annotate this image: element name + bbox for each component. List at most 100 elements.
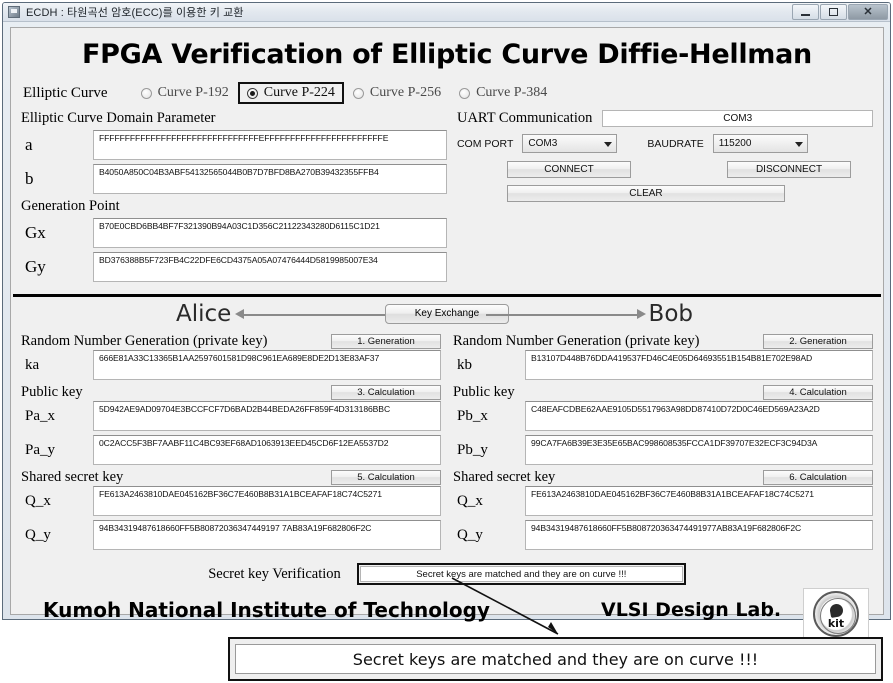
- field-alice-qx-input[interactable]: FE613A2463810DAE045162BF36C7E460B8B31A1B…: [93, 486, 441, 516]
- radio-icon: [352, 87, 364, 99]
- field-b: b B4050A850C04B3ABF54132565044B0B7D7BFD8…: [21, 164, 447, 194]
- kit-logo: kit: [803, 588, 869, 640]
- field-alice-qy-label: Q_y: [25, 526, 51, 543]
- radio-icon: [140, 87, 152, 99]
- close-button[interactable]: ✕: [848, 4, 888, 20]
- com-port-select[interactable]: COM3: [522, 134, 618, 153]
- university-name: Kumoh National Institute of Technology: [43, 598, 490, 622]
- verification-label: Secret key Verification: [208, 565, 341, 582]
- field-ka-input[interactable]: 666E81A33C13365B1AA2597601581D98C961EA68…: [93, 350, 441, 380]
- uart-title: UART Communication: [456, 110, 593, 126]
- client-area: FPGA Verification of Elliptic Curve Diff…: [10, 27, 884, 640]
- generation-point-title: Generation Point: [21, 198, 120, 214]
- chevron-down-icon: [794, 141, 803, 147]
- field-alice-qx: Q_x FE613A2463810DAE045162BF36C7E460B8B3…: [21, 486, 441, 516]
- field-gx-label: Gx: [25, 223, 46, 242]
- window-title: ECDH : 타원곡선 암호(ECC)를 이용한 키 교환: [26, 7, 244, 19]
- verification-highlight: Secret keys are matched and they are on …: [356, 563, 686, 585]
- field-alice-qy-input[interactable]: 94B34319487618660FF5B80872036347449197 7…: [93, 520, 441, 550]
- field-a-input[interactable]: FFFFFFFFFFFFFFFFFFFFFFFFFFFFFFFEFFFFFFFF…: [93, 130, 447, 160]
- bob-public-header: Public key 4. Calculation: [453, 384, 873, 401]
- alice-generation-button[interactable]: 1. Generation: [331, 334, 441, 349]
- bob-column: Random Number Generation (private key) 2…: [453, 330, 873, 554]
- maximize-button[interactable]: [820, 4, 847, 20]
- screenshot-root: ECDH : 타원곡선 암호(ECC)를 이용한 키 교환 ✕ FPGA Ver…: [0, 0, 893, 683]
- field-gy: Gy BD376388B5F723FB4C22DFE6CD4375A05A074…: [21, 252, 447, 282]
- domain-parameter-title: Elliptic Curve Domain Parameter: [21, 110, 216, 126]
- radio-curve-p256[interactable]: Curve P-256: [344, 82, 450, 104]
- field-alice-qy: Q_y 94B34319487618660FF5B808720363474491…: [21, 520, 441, 550]
- verification-row: Secret key Verification Secret keys are …: [11, 563, 883, 585]
- field-bob-qy-input[interactable]: 94B34319487618660FF5B808720363474491977A…: [525, 520, 873, 550]
- alice-shared-header: Shared secret key 5. Calculation: [21, 469, 441, 486]
- field-bob-qy-label: Q_y: [457, 526, 483, 543]
- baudrate-value: 115200: [718, 138, 752, 149]
- alice-private-header: Random Number Generation (private key) 1…: [21, 333, 441, 350]
- field-gx: Gx B70E0CBD6BB4BF7F321390B94A03C1D356C21…: [21, 218, 447, 248]
- alice-public-calculation-button[interactable]: 3. Calculation: [331, 385, 441, 400]
- field-gy-input[interactable]: BD376388B5F723FB4C22DFE6CD4375A05A074764…: [93, 252, 447, 282]
- uart-status-display: COM3: [602, 110, 873, 127]
- chevron-down-icon: [604, 141, 613, 147]
- field-kb-input[interactable]: B13107D448B76DDA419537FD46C4E05D64693551…: [525, 350, 873, 380]
- bob-generation-button[interactable]: 2. Generation: [763, 334, 873, 349]
- field-a-label: a: [25, 135, 33, 154]
- field-bob-qx: Q_x FE613A2463810DAE045162BF36C7E460B8B3…: [453, 486, 873, 516]
- bob-public-calculation-button[interactable]: 4. Calculation: [763, 385, 873, 400]
- verification-status: Secret keys are matched and they are on …: [359, 566, 683, 582]
- window-controls: ✕: [792, 4, 888, 20]
- alice-column: Random Number Generation (private key) 1…: [21, 330, 441, 554]
- title-bar: ECDH : 타원곡선 암호(ECC)를 이용한 키 교환 ✕: [3, 3, 890, 22]
- alice-label: Alice: [176, 300, 232, 327]
- radio-icon: [459, 87, 471, 99]
- radio-curve-p192[interactable]: Curve P-192: [132, 82, 238, 104]
- field-pa-y-input[interactable]: 0C2ACC5F3BF7AABF11C4BC93EF68AD1063913EED…: [93, 435, 441, 465]
- com-port-label: COM PORT: [456, 137, 514, 150]
- field-pa-y-label: Pa_y: [25, 441, 55, 458]
- field-pb-x-input[interactable]: C48EAFCDBE62AAE9105D5517963A98DD87410D72…: [525, 401, 873, 431]
- field-bob-qx-label: Q_x: [457, 492, 483, 509]
- clear-button[interactable]: CLEAR: [506, 185, 785, 202]
- connect-button[interactable]: CONNECT: [506, 161, 631, 178]
- field-gx-input[interactable]: B70E0CBD6BB4BF7F321390B94A03C1D356C21122…: [93, 218, 447, 248]
- field-pb-y-label: Pb_y: [457, 441, 488, 458]
- curve-selector-label: Elliptic Curve: [23, 84, 108, 101]
- field-ka: ka 666E81A33C13365B1AA2597601581D98C961E…: [21, 350, 441, 380]
- field-ka-label: ka: [25, 356, 40, 373]
- field-pb-x: Pb_x C48EAFCDBE62AAE9105D5517963A98DD874…: [453, 401, 873, 431]
- disconnect-button[interactable]: DISCONNECT: [727, 161, 851, 178]
- field-pa-x: Pa_x 5D942AE9AD09704E3BCCFCF7D6BAD2B44BE…: [21, 401, 441, 431]
- field-kb-label: kb: [457, 356, 472, 373]
- field-b-input[interactable]: B4050A850C04B3ABF54132565044B0B7D7BFD8BA…: [93, 164, 447, 194]
- radio-icon: [246, 87, 258, 99]
- bob-shared-calculation-button[interactable]: 6. Calculation: [763, 470, 873, 485]
- field-pb-y-input[interactable]: 99CA7FA6B39E3E35E65BAC998608535FCCA1DF39…: [525, 435, 873, 465]
- field-a: a FFFFFFFFFFFFFFFFFFFFFFFFFFFFFFFEFFFFFF…: [21, 130, 447, 160]
- radio-label: Curve P-256: [369, 85, 442, 100]
- lab-name: VLSI Design Lab.: [601, 599, 782, 621]
- domain-parameter-panel: Elliptic Curve Domain Parameter a FFFFFF…: [21, 110, 447, 286]
- field-bob-qx-input[interactable]: FE613A2463810DAE045162BF36C7E460B8B31A1B…: [525, 486, 873, 516]
- alice-shared-title: Shared secret key: [21, 469, 124, 485]
- radio-label: Curve P-384: [476, 85, 548, 100]
- baudrate-label: BAUDRATE: [647, 137, 704, 150]
- kit-seal-icon: kit: [813, 591, 859, 637]
- radio-curve-p224[interactable]: Curve P-224: [237, 82, 344, 104]
- kit-drop-icon: [828, 602, 844, 618]
- minimize-button[interactable]: [792, 4, 819, 20]
- footer: Kumoh National Institute of Technology V…: [11, 588, 883, 640]
- bob-shared-header: Shared secret key 6. Calculation: [453, 469, 873, 486]
- maximize-icon: [829, 8, 838, 16]
- radio-curve-p384[interactable]: Curve P-384: [450, 82, 556, 104]
- key-exchange-bar: Alice Key Exchange Bob: [11, 297, 883, 330]
- field-bob-qy: Q_y 94B34319487618660FF5B808720363474491…: [453, 520, 873, 550]
- radio-label: Curve P-224: [263, 85, 335, 100]
- field-pa-x-input[interactable]: 5D942AE9AD09704E3BCCFCF7D6BAD2B44BEDA26F…: [93, 401, 441, 431]
- arrow-line-left: [243, 314, 395, 316]
- com-port-value: COM3: [528, 138, 558, 149]
- baudrate-select[interactable]: 115200: [712, 134, 808, 153]
- alice-shared-calculation-button[interactable]: 5. Calculation: [331, 470, 441, 485]
- curve-selector: Elliptic Curve Curve P-192 Curve P-224 C…: [11, 82, 883, 104]
- application-window: ECDH : 타원곡선 암호(ECC)를 이용한 키 교환 ✕ FPGA Ver…: [2, 2, 891, 640]
- bob-label: Bob: [648, 300, 693, 327]
